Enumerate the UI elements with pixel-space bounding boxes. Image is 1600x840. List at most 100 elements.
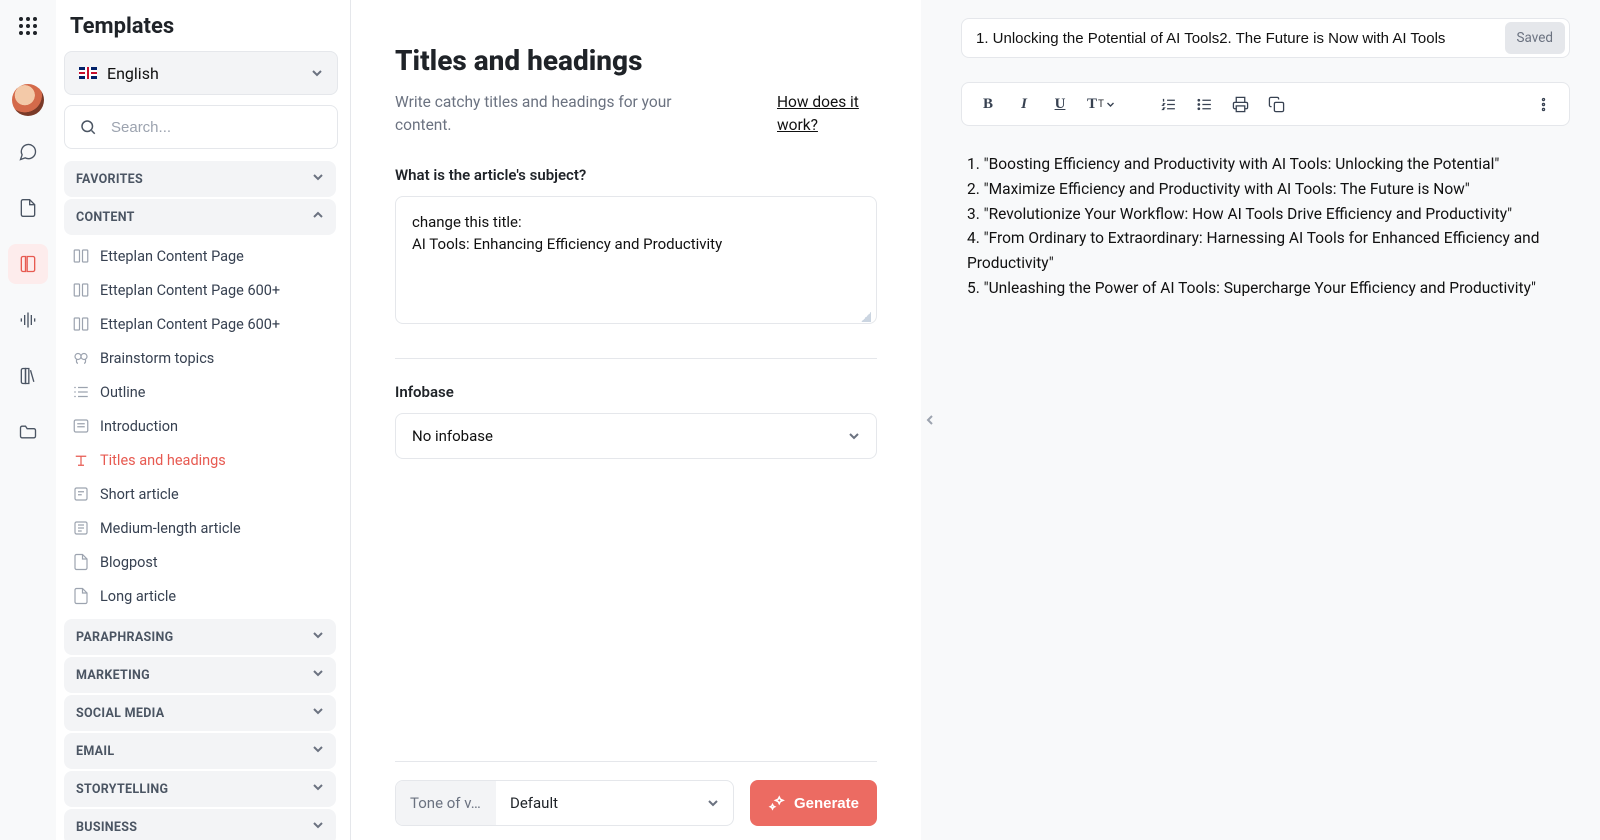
tone-label: Tone of v…: [396, 781, 496, 825]
category-marketing[interactable]: Marketing: [64, 657, 336, 693]
chevron-down-icon: [312, 819, 324, 831]
text-style-dropdown[interactable]: TT: [1082, 90, 1120, 118]
template-item-label: Etteplan Content Page 600+: [100, 282, 280, 299]
chevron-down-icon: [707, 797, 719, 809]
underline-button[interactable]: U: [1046, 90, 1074, 118]
sidebar: Templates English Favorites Content Ette…: [56, 0, 351, 840]
template-item[interactable]: Etteplan Content Page: [64, 239, 336, 273]
divider: [395, 358, 877, 359]
chevron-down-icon: [312, 171, 324, 183]
chevron-down-icon: [312, 781, 324, 793]
chevron-down-icon: [312, 705, 324, 717]
collapse-output-panel[interactable]: [921, 0, 939, 840]
template-item[interactable]: Blogpost: [64, 545, 336, 579]
nav-rail: [0, 0, 56, 840]
language-value: English: [107, 64, 301, 83]
template-item-label: Brainstorm topics: [100, 350, 214, 367]
chevron-down-icon: [312, 667, 324, 679]
page-icon: [72, 281, 90, 299]
chat-icon[interactable]: [8, 132, 48, 172]
resize-handle-icon[interactable]: [861, 312, 871, 322]
template-item[interactable]: Medium-length article: [64, 511, 336, 545]
template-item-label: Etteplan Content Page: [100, 248, 244, 265]
category-content[interactable]: Content: [64, 199, 336, 235]
doc-title-bar: Saved: [961, 18, 1570, 58]
category-business[interactable]: Business: [64, 809, 336, 840]
template-item-label: Medium-length article: [100, 520, 241, 537]
outline-icon: [72, 383, 90, 401]
flag-icon: [79, 67, 97, 79]
short-icon: [72, 485, 90, 503]
template-description: Write catchy titles and headings for you…: [395, 91, 695, 138]
chevron-down-icon: [311, 67, 323, 79]
infobase-select[interactable]: No infobase: [395, 413, 877, 459]
output-line: 4. "From Ordinary to Extraordinary: Harn…: [967, 226, 1564, 276]
output-text[interactable]: 1. "Boosting Efficiency and Productivity…: [961, 152, 1570, 301]
doc-icon: [72, 553, 90, 571]
ordered-list-button[interactable]: [1154, 90, 1182, 118]
tone-value: Default: [510, 794, 707, 812]
content-template-list: Etteplan Content Page Etteplan Content Pa…: [64, 237, 336, 619]
template-item-label: Short article: [100, 486, 179, 503]
chevron-down-icon: [848, 430, 860, 442]
template-item[interactable]: Introduction: [64, 409, 336, 443]
search-icon: [79, 118, 97, 136]
subject-label: What is the article's subject?: [395, 166, 877, 184]
template-item-label: Titles and headings: [100, 452, 226, 469]
category-favorites[interactable]: Favorites: [64, 161, 336, 197]
chevron-down-icon: [312, 743, 324, 755]
template-item[interactable]: Titles and headings: [64, 443, 336, 477]
copy-button[interactable]: [1262, 90, 1290, 118]
chevron-left-icon: [924, 414, 936, 426]
template-form-panel: Titles and headings Write catchy titles …: [351, 0, 921, 840]
bold-button[interactable]: B: [974, 90, 1002, 118]
template-item[interactable]: Short article: [64, 477, 336, 511]
template-item-label: Etteplan Content Page 600+: [100, 316, 280, 333]
template-item-label: Blogpost: [100, 554, 158, 571]
output-line: 3. "Revolutionize Your Workflow: How AI …: [967, 202, 1564, 227]
italic-button[interactable]: I: [1010, 90, 1038, 118]
language-select[interactable]: English: [64, 51, 338, 95]
subject-textarea[interactable]: [395, 196, 877, 324]
template-item[interactable]: Etteplan Content Page 600+: [64, 307, 336, 341]
medium-icon: [72, 519, 90, 537]
chevron-up-icon: [312, 209, 324, 221]
output-line: 1. "Boosting Efficiency and Productivity…: [967, 152, 1564, 177]
category-email[interactable]: Email: [64, 733, 336, 769]
generate-button[interactable]: Generate: [750, 780, 877, 826]
output-panel: Saved B I U TT: [939, 0, 1600, 840]
templates-icon[interactable]: [8, 244, 48, 284]
search-box[interactable]: [64, 105, 338, 149]
library-icon[interactable]: [8, 356, 48, 396]
titles-icon: [72, 451, 90, 469]
folder-icon[interactable]: [8, 412, 48, 452]
template-item-label: Outline: [100, 384, 145, 401]
more-menu-button[interactable]: [1529, 90, 1557, 118]
generate-label: Generate: [794, 795, 859, 812]
doc-title-input[interactable]: [976, 30, 1505, 47]
brain-icon: [72, 349, 90, 367]
category-social-media[interactable]: Social Media: [64, 695, 336, 731]
search-input[interactable]: [111, 119, 323, 136]
template-item[interactable]: Long article: [64, 579, 336, 613]
form-footer: Tone of v… Default Generate: [395, 761, 877, 840]
intro-icon: [72, 417, 90, 435]
avatar[interactable]: [12, 84, 44, 116]
page-icon: [72, 247, 90, 265]
template-title: Titles and headings: [395, 44, 877, 77]
template-categories-scroll[interactable]: Favorites Content Etteplan Content PageE…: [64, 161, 338, 840]
template-item[interactable]: Etteplan Content Page 600+: [64, 273, 336, 307]
unordered-list-button[interactable]: [1190, 90, 1218, 118]
output-line: 5. "Unleashing the Power of AI Tools: Su…: [967, 276, 1564, 301]
voice-icon[interactable]: [8, 300, 48, 340]
how-does-it-work-link[interactable]: How does it work?: [777, 91, 877, 138]
print-button[interactable]: [1226, 90, 1254, 118]
category-storytelling[interactable]: Storytelling: [64, 771, 336, 807]
tone-select[interactable]: Tone of v… Default: [395, 780, 734, 826]
template-item[interactable]: Brainstorm topics: [64, 341, 336, 375]
document-icon[interactable]: [8, 188, 48, 228]
category-paraphrasing[interactable]: Paraphrasing: [64, 619, 336, 655]
template-item[interactable]: Outline: [64, 375, 336, 409]
chevron-down-icon: [1106, 100, 1115, 109]
template-item-label: Long article: [100, 588, 176, 605]
